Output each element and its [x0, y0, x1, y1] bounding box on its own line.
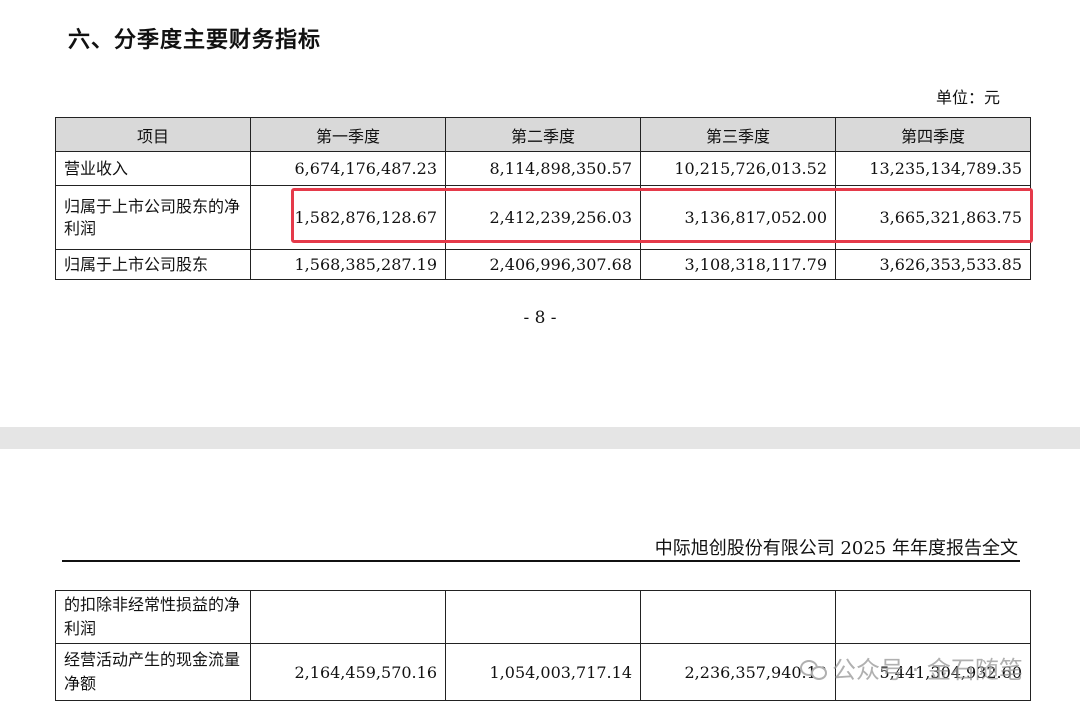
watermark: 公众号 · 金石随笔: [800, 650, 1023, 685]
cell-value: 8,114,898,350.57: [445, 151, 641, 186]
cell-value: 1,054,003,717.14: [445, 643, 641, 701]
page-header: 中际旭创股份有限公司 2025 年年度报告全文: [654, 538, 1018, 559]
header-q4: 第四季度: [835, 117, 1031, 152]
cell-value: 1,582,876,128.67: [250, 185, 446, 250]
page-separator: [0, 427, 1080, 449]
cell-value: 3,665,321,863.75: [835, 185, 1031, 250]
cell-value: [445, 590, 641, 644]
wechat-icon: [800, 658, 827, 680]
header-rule: [62, 560, 1020, 562]
cell-value: 1,568,385,287.19: [250, 249, 446, 280]
cell-value: 2,406,996,307.68: [445, 249, 641, 280]
cell-value: 10,215,726,013.52: [640, 151, 836, 186]
watermark-text: 公众号 · 金石随笔: [832, 656, 1023, 684]
cell-value: 3,626,353,533.85: [835, 249, 1031, 280]
cell-value: 3,108,318,117.79: [640, 249, 836, 280]
table-row: 归属于上市公司股东的净利润 1,582,876,128.67 2,412,239…: [55, 185, 1031, 250]
header-q3: 第三季度: [640, 117, 836, 152]
table-row: 归属于上市公司股东 1,568,385,287.19 2,406,996,307…: [55, 249, 1031, 280]
row-label: 的扣除非经常性损益的净利润: [55, 590, 251, 644]
cell-value: [835, 590, 1031, 644]
row-label: 营业收入: [55, 151, 251, 186]
cell-value: [250, 590, 446, 644]
section-title: 六、分季度主要财务指标: [68, 28, 322, 53]
table-row: 营业收入 6,674,176,487.23 8,114,898,350.57 1…: [55, 151, 1031, 186]
cell-value: 2,164,459,570.16: [250, 643, 446, 701]
header-item: 项目: [55, 117, 251, 152]
table-row: 的扣除非经常性损益的净利润: [55, 590, 1031, 644]
row-label: 经营活动产生的现金流量净额: [55, 643, 251, 701]
page-number: - 8 -: [523, 308, 557, 328]
row-label: 归属于上市公司股东的净利润: [55, 185, 251, 250]
unit-label: 单位：元: [935, 88, 1000, 107]
cell-value: [640, 590, 836, 644]
header-q2: 第二季度: [445, 117, 641, 152]
cell-value: 6,674,176,487.23: [250, 151, 446, 186]
table-header-row: 项目 第一季度 第二季度 第三季度 第四季度: [55, 117, 1031, 152]
row-label: 归属于上市公司股东: [55, 249, 251, 280]
quarterly-financial-table: 项目 第一季度 第二季度 第三季度 第四季度 营业收入 6,674,176,48…: [55, 117, 1031, 280]
cell-value: 2,412,239,256.03: [445, 185, 641, 250]
cell-value: 13,235,134,789.35: [835, 151, 1031, 186]
cell-value: 3,136,817,052.00: [640, 185, 836, 250]
header-q1: 第一季度: [250, 117, 446, 152]
